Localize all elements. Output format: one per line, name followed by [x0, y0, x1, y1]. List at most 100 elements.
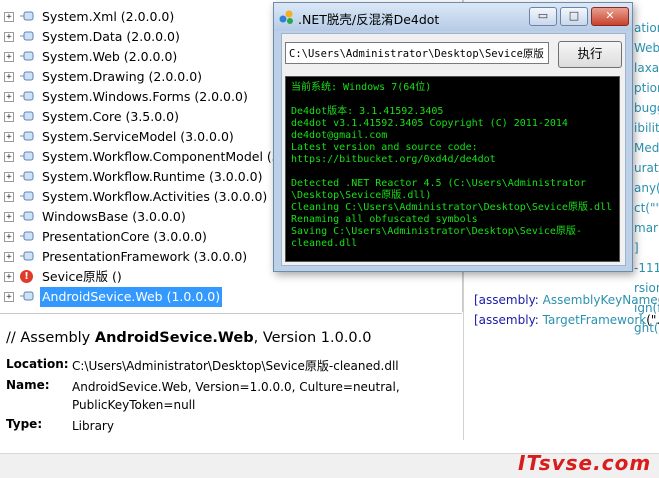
expand-icon[interactable]: +	[4, 132, 14, 142]
expand-icon[interactable]: +	[4, 152, 14, 162]
console-line: de4dot v3.1.41592.3405 Copyright (C) 201…	[291, 118, 568, 129]
expand-icon[interactable]: +	[4, 232, 14, 242]
expand-icon[interactable]: +	[4, 92, 14, 102]
window-client-area: 执行 当前系统: Windows 7(64位) De4dot版本: 3.1.415…	[281, 33, 626, 266]
tree-item-label[interactable]: PresentationCore (3.0.0.0)	[40, 227, 209, 247]
console-line: De4dot版本: 3.1.41592.3405	[291, 106, 444, 117]
console-line: https://bitbucket.org/0xd4d/de4dot	[291, 154, 496, 165]
expand-icon[interactable]: +	[4, 292, 14, 302]
minimize-button[interactable]: ▭	[529, 7, 557, 26]
expand-icon[interactable]: +	[4, 32, 14, 42]
assembly-icon	[20, 291, 34, 301]
name-value: AndroidSevice.Web, Version=1.0.0.0, Cult…	[72, 380, 400, 412]
code-line: uratio	[634, 161, 659, 175]
expand-icon[interactable]: +	[4, 112, 14, 122]
location-link[interactable]: C:\Users\Administrator\Desktop\Sevice原版-…	[72, 357, 452, 375]
attr-prefix: [assembly:	[474, 313, 543, 327]
console-line: Saving C:\Users\Administrator\Desktop\Se…	[291, 226, 582, 237]
assembly-icon	[20, 11, 34, 21]
console-line: Latest version and source code:	[291, 142, 478, 153]
attr-name[interactable]: AssemblyKeyName	[543, 293, 658, 307]
assembly-icon	[20, 71, 34, 81]
code-line: Media	[634, 141, 659, 155]
console-line: Renaming all obfuscated symbols	[291, 214, 478, 225]
window-title: .NET脱壳/反混淆De4dot	[298, 12, 440, 27]
console-line: 当前系统: Windows 7(64位)	[291, 82, 432, 93]
assembly-icon	[20, 231, 34, 241]
expand-icon[interactable]: +	[4, 212, 14, 222]
de4dot-window: .NET脱壳/反混淆De4dot ▭ □ ✕ 执行 当前系统: Windows …	[273, 2, 633, 272]
console-line: Cleaning C:\Users\Administrator\Desktop\…	[291, 202, 613, 213]
info-title: // Assembly AndroidSevice.Web, Version 1…	[6, 330, 372, 346]
attr-name[interactable]: TargetFramework	[543, 313, 647, 327]
tree-item-label[interactable]: System.Core (3.5.0.0)	[40, 107, 181, 127]
info-title-prefix: // Assembly	[6, 330, 95, 346]
assembly-icon	[20, 31, 34, 41]
code-line: ct("")]	[634, 201, 659, 215]
name-key: Name:	[6, 378, 50, 392]
assembly-icon	[20, 51, 34, 61]
console-line: de4dot@gmail.com	[291, 130, 388, 141]
close-button[interactable]: ✕	[591, 7, 629, 26]
assembly-icon	[20, 171, 34, 181]
assembly-attribute-line: [assembly: TargetFramework(".N	[474, 310, 659, 330]
tree-item-label[interactable]: System.Drawing (2.0.0.0)	[40, 67, 204, 87]
assembly-icon	[20, 111, 34, 121]
expand-icon[interactable]: +	[4, 12, 14, 22]
app-icon	[279, 10, 293, 24]
assembly-attribute-line: [assembly: AssemblyKeyName("	[474, 290, 659, 310]
tree-item-label[interactable]: System.Web (2.0.0.0)	[40, 47, 179, 67]
tree-item-label[interactable]: System.ServiceModel (3.0.0.0)	[40, 127, 236, 147]
tree-item-label[interactable]: PresentationFramework (3.0.0.0)	[40, 247, 249, 267]
code-line: any("	[634, 181, 659, 195]
tree-item-label[interactable]: System.Windows.Forms (2.0.0.0)	[40, 87, 250, 107]
tree-item-label[interactable]: System.Data (2.0.0.0)	[40, 27, 182, 47]
assembly-icon	[20, 151, 34, 161]
expand-icon[interactable]: +	[4, 252, 14, 262]
tree-item-label[interactable]: Sevice原版 ()	[40, 267, 124, 287]
info-title-name: AndroidSevice.Web	[94, 330, 254, 346]
assembly-icon	[20, 211, 34, 221]
file-path-input[interactable]	[285, 42, 549, 64]
assembly-icon	[20, 131, 34, 141]
code-line: ption	[634, 81, 659, 95]
tree-item-label[interactable]: AndroidSevice.Web (1.0.0.0)	[40, 287, 223, 307]
console-line: Detected .NET Reactor 4.5 (C:\Users\Admi…	[291, 178, 587, 189]
window-titlebar[interactable]: .NET脱壳/反混淆De4dot ▭ □ ✕	[274, 3, 632, 31]
attr-prefix: [assembly:	[474, 293, 543, 307]
watermark: ITsvse.com	[518, 451, 652, 475]
expand-icon[interactable]: +	[4, 52, 14, 62]
info-title-suffix: , Version 1.0.0.0	[253, 330, 372, 346]
code-line: bugga	[634, 101, 659, 115]
execute-button[interactable]: 执行	[558, 41, 622, 68]
code-line: mark	[634, 221, 659, 235]
tree-item-label[interactable]: WindowsBase (3.0.0.0)	[40, 207, 188, 227]
code-line: -111a	[634, 261, 659, 275]
code-line: ibility	[634, 121, 659, 135]
attr-suffix: (".N	[646, 313, 659, 327]
expand-icon[interactable]: +	[4, 192, 14, 202]
tree-item-label[interactable]: System.Xml (2.0.0.0)	[40, 7, 176, 27]
type-key: Type:	[6, 417, 43, 431]
code-line: Web	[634, 41, 659, 55]
expand-icon[interactable]: +	[4, 72, 14, 82]
console-line: cleaned.dll	[291, 238, 358, 249]
tree-item-label[interactable]: System.Workflow.Runtime (3.0.0.0)	[40, 167, 264, 187]
assembly-icon	[20, 251, 34, 261]
error-icon: !	[20, 270, 33, 283]
assembly-icon	[20, 191, 34, 201]
console-line: \Desktop\Sevice原版.dll)	[291, 190, 432, 201]
expand-icon[interactable]: +	[4, 272, 14, 282]
location-key: Location:	[6, 357, 69, 371]
code-line: ]	[634, 241, 639, 255]
assembly-icon	[20, 91, 34, 101]
console-output[interactable]: 当前系统: Windows 7(64位) De4dot版本: 3.1.41592.…	[285, 76, 620, 262]
tree-item-label[interactable]: System.Workflow.ComponentModel (3.0	[40, 147, 294, 167]
type-value: Library	[72, 419, 114, 433]
code-line: laxatic	[634, 61, 659, 75]
assembly-info-panel: // Assembly AndroidSevice.Web, Version 1…	[0, 313, 462, 454]
maximize-button[interactable]: □	[560, 7, 588, 26]
code-line: ation("	[634, 21, 659, 35]
expand-icon[interactable]: +	[4, 172, 14, 182]
tree-item-label[interactable]: System.Workflow.Activities (3.0.0.0)	[40, 187, 269, 207]
